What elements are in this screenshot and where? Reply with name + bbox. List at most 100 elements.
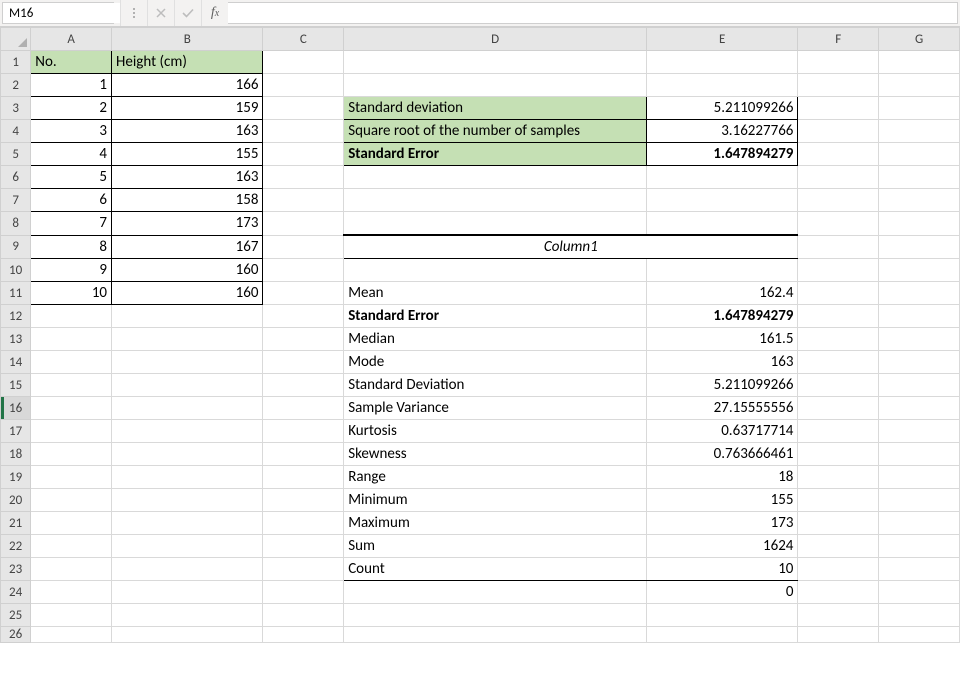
row-header[interactable]: 5: [1, 143, 31, 166]
cell-F14[interactable]: [798, 351, 879, 374]
cell-E18[interactable]: 0.763666461: [647, 443, 798, 466]
cell-B2[interactable]: 166: [112, 74, 263, 97]
row-header[interactable]: 8: [1, 212, 31, 236]
cell-B3[interactable]: 159: [112, 97, 263, 120]
cell-A12[interactable]: [31, 305, 112, 328]
cell-C10[interactable]: [263, 259, 344, 282]
cell-G23[interactable]: [879, 558, 960, 581]
cell-D5[interactable]: Standard Error: [344, 143, 647, 166]
cell-D7[interactable]: [344, 189, 647, 212]
row-header[interactable]: 7: [1, 189, 31, 212]
cell-F23[interactable]: [798, 558, 879, 581]
cell-D13[interactable]: Median: [344, 328, 647, 351]
cell-G17[interactable]: [879, 420, 960, 443]
cell-D14[interactable]: Mode: [344, 351, 647, 374]
cell-B1[interactable]: Height (cm): [112, 51, 263, 74]
cell-D16[interactable]: Sample Variance: [344, 397, 647, 420]
cell-D8[interactable]: [344, 212, 647, 236]
cell-A3[interactable]: 2: [31, 97, 112, 120]
cancel-icon[interactable]: [147, 0, 174, 26]
row-header[interactable]: 3: [1, 97, 31, 120]
cell-E7[interactable]: [647, 189, 798, 212]
row-header[interactable]: 20: [1, 489, 31, 512]
cell-B10[interactable]: 160: [112, 259, 263, 282]
cell-E22[interactable]: 1624: [647, 535, 798, 558]
cell-G18[interactable]: [879, 443, 960, 466]
cell-A9[interactable]: 8: [31, 235, 112, 259]
cell-D23[interactable]: Count: [344, 558, 647, 581]
cell-E1[interactable]: [647, 51, 798, 74]
cell-F26[interactable]: [798, 627, 879, 643]
cell-B8[interactable]: 173: [112, 212, 263, 236]
cell-G8[interactable]: [879, 212, 960, 236]
cell-B22[interactable]: [112, 535, 263, 558]
cell-F7[interactable]: [798, 189, 879, 212]
cell-D3[interactable]: Standard deviation: [344, 97, 647, 120]
cell-G3[interactable]: [879, 97, 960, 120]
cell-E20[interactable]: 155: [647, 489, 798, 512]
cell-D9[interactable]: Column1: [344, 235, 798, 259]
row-header[interactable]: 12: [1, 305, 31, 328]
row-header[interactable]: 6: [1, 166, 31, 189]
cell-D25[interactable]: [344, 604, 647, 627]
cell-A19[interactable]: [31, 466, 112, 489]
cell-C19[interactable]: [263, 466, 344, 489]
cell-D26[interactable]: [344, 627, 647, 643]
cell-C11[interactable]: [263, 282, 344, 305]
cell-A24[interactable]: [31, 581, 112, 604]
cell-A14[interactable]: [31, 351, 112, 374]
cell-D10[interactable]: [344, 259, 647, 282]
row-header[interactable]: 18: [1, 443, 31, 466]
cell-C13[interactable]: [263, 328, 344, 351]
formula-input[interactable]: [228, 2, 958, 24]
cell-D11[interactable]: Mean: [344, 282, 647, 305]
cell-D1[interactable]: [344, 51, 647, 74]
row-header[interactable]: 1: [1, 51, 31, 74]
cell-G14[interactable]: [879, 351, 960, 374]
cell-B11[interactable]: 160: [112, 282, 263, 305]
cell-A6[interactable]: 5: [31, 166, 112, 189]
select-all-corner[interactable]: [1, 28, 31, 51]
row-header[interactable]: 22: [1, 535, 31, 558]
cell-G5[interactable]: [879, 143, 960, 166]
cell-D4[interactable]: Square root of the number of samples: [344, 120, 647, 143]
cell-B17[interactable]: [112, 420, 263, 443]
cell-E2[interactable]: [647, 74, 798, 97]
confirm-icon[interactable]: [174, 0, 201, 26]
cell-D12[interactable]: Standard Error: [344, 305, 647, 328]
col-header-F[interactable]: F: [798, 28, 879, 51]
cell-A7[interactable]: 6: [31, 189, 112, 212]
cell-C23[interactable]: [263, 558, 344, 581]
cell-D24[interactable]: [344, 581, 647, 604]
cell-G15[interactable]: [879, 374, 960, 397]
cell-G9[interactable]: [879, 235, 960, 259]
row-header[interactable]: 24: [1, 581, 31, 604]
cell-F21[interactable]: [798, 512, 879, 535]
cell-F15[interactable]: [798, 374, 879, 397]
row-header[interactable]: 11: [1, 282, 31, 305]
row-header[interactable]: 9: [1, 235, 31, 259]
cell-B23[interactable]: [112, 558, 263, 581]
cell-F11[interactable]: [798, 282, 879, 305]
cell-B15[interactable]: [112, 374, 263, 397]
cell-G21[interactable]: [879, 512, 960, 535]
cell-C14[interactable]: [263, 351, 344, 374]
cell-B16[interactable]: [112, 397, 263, 420]
cell-D18[interactable]: Skewness: [344, 443, 647, 466]
cell-E14[interactable]: 163: [647, 351, 798, 374]
cell-F9[interactable]: [798, 235, 879, 259]
col-header-G[interactable]: G: [879, 28, 960, 51]
cell-E12[interactable]: 1.647894279: [647, 305, 798, 328]
cell-C9[interactable]: [263, 235, 344, 259]
cell-A26[interactable]: [31, 627, 112, 643]
cell-D21[interactable]: Maximum: [344, 512, 647, 535]
cell-B14[interactable]: [112, 351, 263, 374]
cell-E4[interactable]: 3.16227766: [647, 120, 798, 143]
row-header[interactable]: 21: [1, 512, 31, 535]
cell-D22[interactable]: Sum: [344, 535, 647, 558]
cell-G12[interactable]: [879, 305, 960, 328]
row-header[interactable]: 26: [1, 627, 31, 643]
cell-A1[interactable]: No.: [31, 51, 112, 74]
cell-G11[interactable]: [879, 282, 960, 305]
cell-B6[interactable]: 163: [112, 166, 263, 189]
